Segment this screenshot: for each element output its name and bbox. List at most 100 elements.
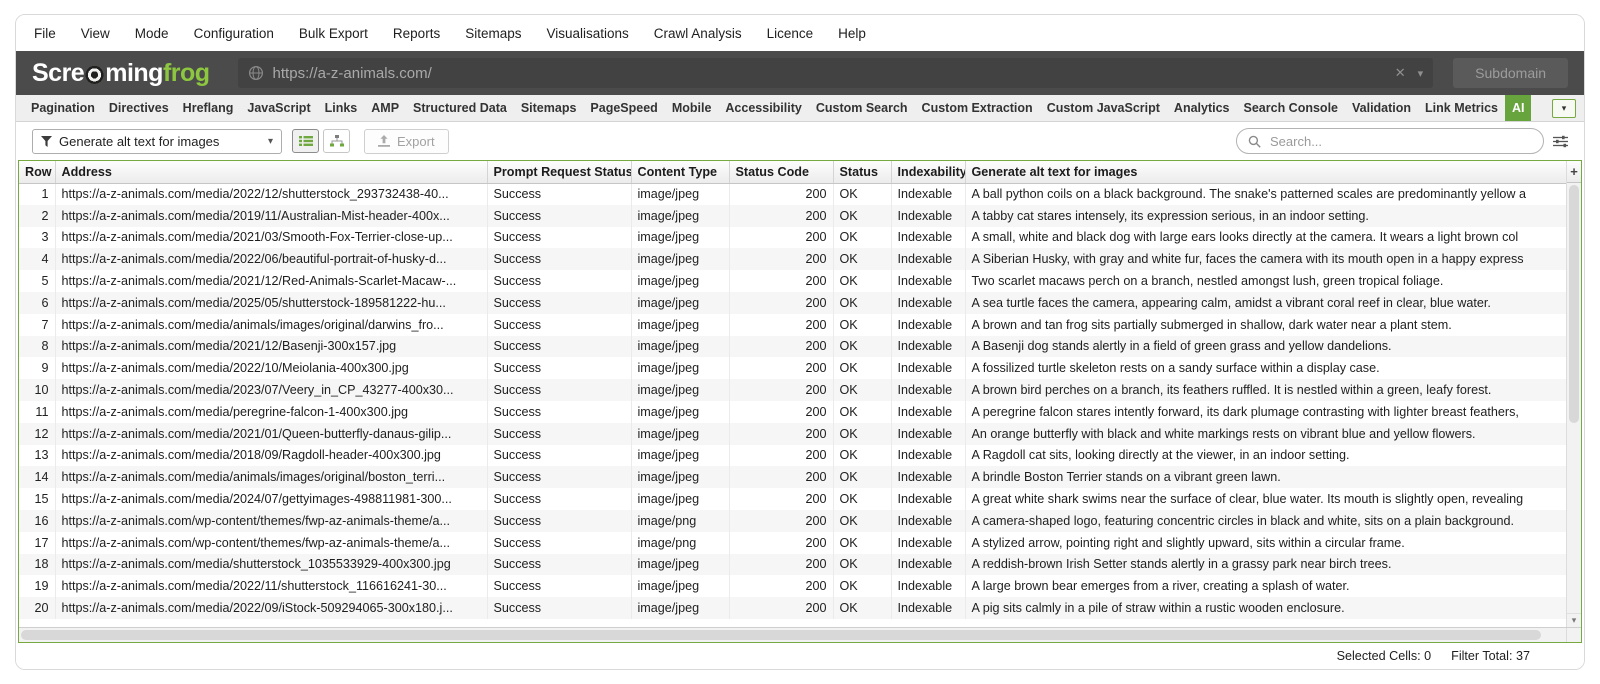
cell-alt-text[interactable]: A Ragdoll cat sits, looking directly at …: [965, 445, 1566, 467]
table-row[interactable]: 3https://a-z-animals.com/media/2021/03/S…: [19, 227, 1566, 249]
tab-sitemaps[interactable]: Sitemaps: [514, 95, 584, 121]
table-row[interactable]: 19https://a-z-animals.com/media/2022/11/…: [19, 575, 1566, 597]
cell-prompt-request-status[interactable]: Success: [487, 597, 631, 619]
column-header-address[interactable]: Address: [55, 161, 487, 183]
menu-item-licence[interactable]: Licence: [767, 26, 814, 41]
cell-indexability[interactable]: Indexable: [891, 445, 965, 467]
cell-status-code[interactable]: 200: [729, 554, 833, 576]
cell-content-type[interactable]: image/jpeg: [631, 466, 729, 488]
cell-alt-text[interactable]: A tabby cat stares intensely, its expres…: [965, 205, 1566, 227]
tab-custom-javascript[interactable]: Custom JavaScript: [1040, 95, 1167, 121]
cell-prompt-request-status[interactable]: Success: [487, 379, 631, 401]
table-row[interactable]: 14https://a-z-animals.com/media/animals/…: [19, 466, 1566, 488]
tab-search-console[interactable]: Search Console: [1237, 95, 1345, 121]
cell-status-code[interactable]: 200: [729, 248, 833, 270]
table-row[interactable]: 11https://a-z-animals.com/media/peregrin…: [19, 401, 1566, 423]
table-row[interactable]: 10https://a-z-animals.com/media/2023/07/…: [19, 379, 1566, 401]
cell-row-number[interactable]: 9: [19, 357, 55, 379]
cell-indexability[interactable]: Indexable: [891, 183, 965, 205]
table-row[interactable]: 17https://a-z-animals.com/wp-content/the…: [19, 532, 1566, 554]
subdomain-button[interactable]: Subdomain: [1453, 58, 1568, 88]
cell-content-type[interactable]: image/jpeg: [631, 357, 729, 379]
menu-item-sitemaps[interactable]: Sitemaps: [465, 26, 521, 41]
cell-alt-text[interactable]: A sea turtle faces the camera, appearing…: [965, 292, 1566, 314]
cell-status[interactable]: OK: [833, 575, 891, 597]
tab-validation[interactable]: Validation: [1345, 95, 1418, 121]
cell-indexability[interactable]: Indexable: [891, 205, 965, 227]
cell-content-type[interactable]: image/jpeg: [631, 401, 729, 423]
cell-content-type[interactable]: image/jpeg: [631, 445, 729, 467]
cell-status[interactable]: OK: [833, 292, 891, 314]
cell-alt-text[interactable]: A large brown bear emerges from a river,…: [965, 575, 1566, 597]
cell-address[interactable]: https://a-z-animals.com/media/2021/01/Qu…: [55, 423, 487, 445]
cell-content-type[interactable]: image/jpeg: [631, 575, 729, 597]
cell-row-number[interactable]: 2: [19, 205, 55, 227]
cell-status-code[interactable]: 200: [729, 336, 833, 358]
cell-prompt-request-status[interactable]: Success: [487, 575, 631, 597]
search-field[interactable]: [1236, 128, 1544, 154]
table-row[interactable]: 7https://a-z-animals.com/media/animals/i…: [19, 314, 1566, 336]
tab-custom-extraction[interactable]: Custom Extraction: [915, 95, 1040, 121]
cell-row-number[interactable]: 14: [19, 466, 55, 488]
column-header-row[interactable]: Row: [19, 161, 55, 183]
tab-ai[interactable]: AI: [1505, 95, 1532, 121]
cell-prompt-request-status[interactable]: Success: [487, 510, 631, 532]
tab-hreflang[interactable]: Hreflang: [176, 95, 241, 121]
cell-indexability[interactable]: Indexable: [891, 466, 965, 488]
cell-alt-text[interactable]: A fossilized turtle skeleton rests on a …: [965, 357, 1566, 379]
tab-javascript[interactable]: JavaScript: [240, 95, 317, 121]
table-row[interactable]: 20https://a-z-animals.com/media/2022/09/…: [19, 597, 1566, 619]
vertical-scrollbar[interactable]: + ▾: [1566, 161, 1581, 627]
cell-row-number[interactable]: 5: [19, 270, 55, 292]
cell-status-code[interactable]: 200: [729, 510, 833, 532]
clear-url-icon[interactable]: ✕: [1395, 65, 1406, 81]
cell-status-code[interactable]: 200: [729, 423, 833, 445]
cell-indexability[interactable]: Indexable: [891, 314, 965, 336]
cell-address[interactable]: https://a-z-animals.com/media/2022/10/Me…: [55, 357, 487, 379]
cell-address[interactable]: https://a-z-animals.com/media/2019/11/Au…: [55, 205, 487, 227]
tab-pagespeed[interactable]: PageSpeed: [583, 95, 664, 121]
cell-address[interactable]: https://a-z-animals.com/wp-content/theme…: [55, 510, 487, 532]
cell-prompt-request-status[interactable]: Success: [487, 466, 631, 488]
cell-content-type[interactable]: image/jpeg: [631, 183, 729, 205]
cell-address[interactable]: https://a-z-animals.com/media/2023/07/Ve…: [55, 379, 487, 401]
cell-content-type[interactable]: image/jpeg: [631, 270, 729, 292]
cell-indexability[interactable]: Indexable: [891, 488, 965, 510]
search-input[interactable]: [1268, 133, 1532, 150]
search-settings-icon[interactable]: [1553, 135, 1568, 148]
cell-alt-text[interactable]: A Siberian Husky, with gray and white fu…: [965, 248, 1566, 270]
cell-alt-text[interactable]: A ball python coils on a black backgroun…: [965, 183, 1566, 205]
horizontal-scrollbar[interactable]: [19, 627, 1581, 642]
cell-status-code[interactable]: 200: [729, 314, 833, 336]
cell-address[interactable]: https://a-z-animals.com/media/2021/12/Ba…: [55, 336, 487, 358]
cell-alt-text[interactable]: A peregrine falcon stares intently forwa…: [965, 401, 1566, 423]
cell-alt-text[interactable]: A Basenji dog stands alertly in a field …: [965, 336, 1566, 358]
column-header-indexability[interactable]: Indexability: [891, 161, 965, 183]
cell-content-type[interactable]: image/jpeg: [631, 554, 729, 576]
cell-prompt-request-status[interactable]: Success: [487, 314, 631, 336]
cell-address[interactable]: https://a-z-animals.com/media/animals/im…: [55, 314, 487, 336]
cell-address[interactable]: https://a-z-animals.com/media/2022/06/be…: [55, 248, 487, 270]
cell-status[interactable]: OK: [833, 532, 891, 554]
cell-content-type[interactable]: image/png: [631, 510, 729, 532]
tab-links[interactable]: Links: [318, 95, 365, 121]
cell-status-code[interactable]: 200: [729, 597, 833, 619]
cell-address[interactable]: https://a-z-animals.com/media/2018/09/Ra…: [55, 445, 487, 467]
cell-prompt-request-status[interactable]: Success: [487, 336, 631, 358]
cell-indexability[interactable]: Indexable: [891, 597, 965, 619]
cell-row-number[interactable]: 19: [19, 575, 55, 597]
cell-content-type[interactable]: image/jpeg: [631, 423, 729, 445]
cell-content-type[interactable]: image/jpeg: [631, 227, 729, 249]
table-row[interactable]: 13https://a-z-animals.com/media/2018/09/…: [19, 445, 1566, 467]
cell-indexability[interactable]: Indexable: [891, 401, 965, 423]
cell-content-type[interactable]: image/jpeg: [631, 336, 729, 358]
cell-status[interactable]: OK: [833, 466, 891, 488]
tab-directives[interactable]: Directives: [102, 95, 176, 121]
cell-status[interactable]: OK: [833, 401, 891, 423]
cell-row-number[interactable]: 11: [19, 401, 55, 423]
cell-prompt-request-status[interactable]: Success: [487, 270, 631, 292]
cell-status-code[interactable]: 200: [729, 445, 833, 467]
table-row[interactable]: 5https://a-z-animals.com/media/2021/12/R…: [19, 270, 1566, 292]
table-row[interactable]: 8https://a-z-animals.com/media/2021/12/B…: [19, 336, 1566, 358]
cell-status[interactable]: OK: [833, 510, 891, 532]
